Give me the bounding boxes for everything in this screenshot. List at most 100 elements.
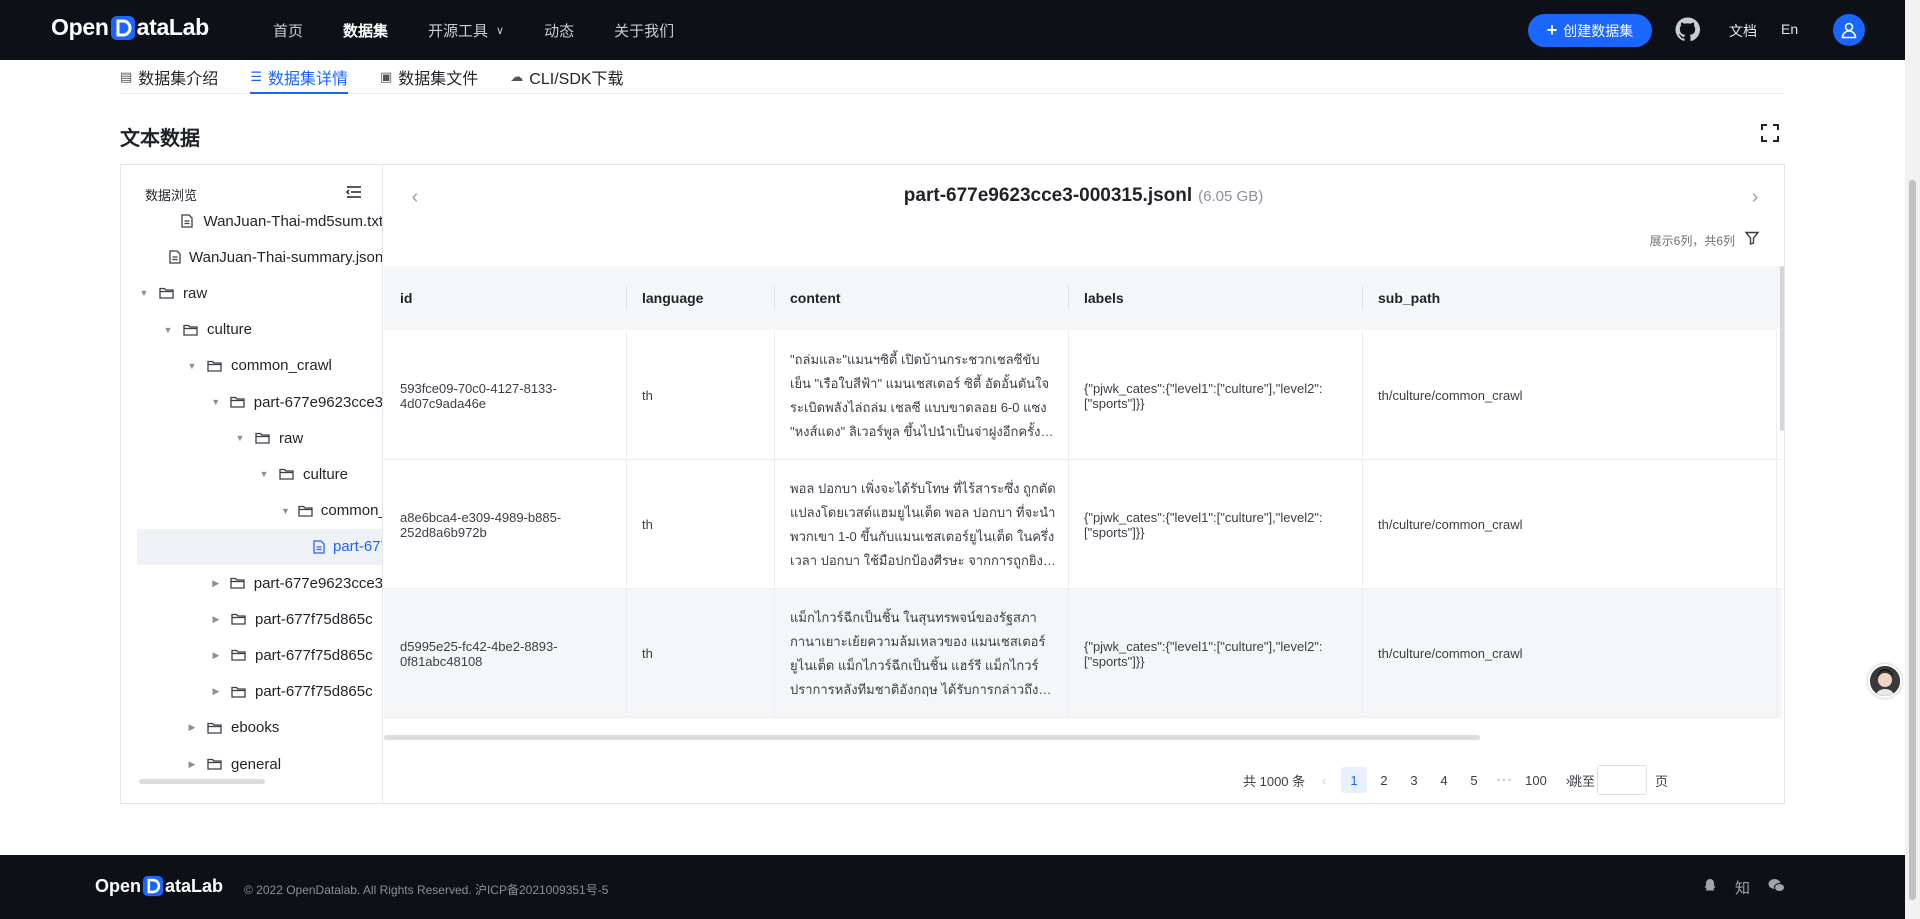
nav-home[interactable]: 首页 xyxy=(273,20,303,41)
folder-icon xyxy=(230,576,246,590)
file-name: part-677e9623cce3-000315.jsonl xyxy=(903,185,1193,206)
nav-about[interactable]: 关于我们 xyxy=(614,20,674,41)
tree-folder[interactable]: ▶ part-677f75d865c xyxy=(137,637,382,673)
tab-dataset-details[interactable]: ☰ 数据集详情 xyxy=(250,60,348,94)
table-row[interactable]: d5995e25-fc42-4be2-8893-0f81abc48108 th แม… xyxy=(384,589,1782,718)
tree-folder[interactable]: ▶ part-677f75d865c xyxy=(137,674,382,710)
tree-folder[interactable]: ▼ culture xyxy=(137,312,382,348)
tab-dataset-intro[interactable]: ▤ 数据集介绍 xyxy=(120,60,218,93)
language-switch[interactable]: En xyxy=(1781,21,1798,37)
prev-page-icon[interactable]: ‹ xyxy=(1311,767,1337,793)
tree-folder[interactable]: ▶ part-677f75d865c xyxy=(137,601,382,637)
file-icon xyxy=(169,250,181,264)
tab-cli-sdk-label: CLI/SDK下载 xyxy=(529,70,624,88)
table-vertical-scrollbar[interactable] xyxy=(1780,266,1784,431)
jump-to-page-input[interactable] xyxy=(1597,765,1647,795)
logo[interactable]: Open ataLab xyxy=(51,14,209,41)
nav-about-label: 关于我们 xyxy=(614,22,675,40)
folder-icon xyxy=(231,612,247,626)
nav-home-label: 首页 xyxy=(273,22,304,40)
caret-down-icon[interactable]: ▼ xyxy=(185,361,199,371)
zhihu-icon[interactable]: 知 xyxy=(1735,877,1750,898)
tree-file[interactable]: part-677e9623cce3-000315.jsonl xyxy=(137,528,382,565)
tab-dataset-details-label: 数据集详情 xyxy=(267,70,348,88)
nav-datasets[interactable]: 数据集 xyxy=(343,20,388,41)
cell-divider xyxy=(1776,589,1777,718)
qq-icon[interactable] xyxy=(1703,878,1717,897)
page-3[interactable]: 3 xyxy=(1401,767,1427,793)
cell-text: 593fce09-70c0-4127-8133-4d07c9ada46e xyxy=(400,380,557,411)
caret-right-icon[interactable]: ▶ xyxy=(209,614,223,625)
footer-logo[interactable]: Open ataLab xyxy=(95,875,223,897)
collapse-tree-icon[interactable] xyxy=(345,185,364,201)
tree-folder[interactable]: ▶ part-677e9623cce3 xyxy=(137,565,382,601)
folder-icon xyxy=(255,431,271,445)
tab-dataset-files[interactable]: ▣ 数据集文件 xyxy=(380,60,478,93)
list-icon: ☰ xyxy=(250,68,262,84)
filter-icon[interactable] xyxy=(1744,231,1760,245)
page-2[interactable]: 2 xyxy=(1371,767,1397,793)
page-ellipsis[interactable]: • • • xyxy=(1491,767,1517,793)
caret-right-icon[interactable]: ▶ xyxy=(185,722,199,733)
section-title: 文本数据 xyxy=(120,128,200,150)
wechat-icon[interactable] xyxy=(1768,878,1786,897)
caret-right-icon[interactable]: ▶ xyxy=(185,759,199,770)
folder-icon xyxy=(159,286,175,300)
github-icon[interactable] xyxy=(1675,17,1701,42)
cell-id: d5995e25-fc42-4be2-8893-0f81abc48108 xyxy=(384,589,626,718)
create-dataset-button[interactable]: + 创建数据集 xyxy=(1528,14,1652,47)
tree-item-label: common_crawl xyxy=(231,357,332,375)
page-5[interactable]: 5 xyxy=(1461,767,1487,793)
page-scrollbar[interactable] xyxy=(1905,0,1920,919)
fullscreen-icon[interactable] xyxy=(1760,123,1780,143)
tree-item-label: part-677e9623cce3 xyxy=(253,393,383,411)
assistant-avatar-icon[interactable] xyxy=(1868,664,1902,698)
nav-news[interactable]: 动态 xyxy=(544,20,574,41)
page-scrollbar-thumb[interactable] xyxy=(1909,180,1916,900)
tree-file[interactable]: WanJuan-Thai-summary.json xyxy=(137,239,383,275)
page-1[interactable]: 1 xyxy=(1341,767,1367,793)
tree-folder[interactable]: ▼ raw xyxy=(137,420,382,456)
tree-item-label: general xyxy=(231,755,282,773)
caret-down-icon[interactable]: ▼ xyxy=(281,506,290,516)
tree-folder[interactable]: ▶ general xyxy=(137,746,382,782)
next-file-icon[interactable]: › xyxy=(1745,185,1765,209)
tree-folder[interactable]: ▼ culture xyxy=(137,456,382,492)
folder-icon xyxy=(183,323,199,337)
tree-folder[interactable]: ▼ common_crawl xyxy=(137,493,382,529)
folder-icon xyxy=(231,648,247,662)
caret-down-icon[interactable]: ▼ xyxy=(161,325,175,335)
tree-file[interactable]: WanJuan-Thai-md5sum.txt xyxy=(137,203,382,239)
cell-text: th xyxy=(642,646,653,661)
tab-cli-sdk-download[interactable]: ☁ CLI/SDK下载 xyxy=(510,60,623,93)
tree-folder[interactable]: ▶ ebooks xyxy=(137,710,382,746)
caret-right-icon[interactable]: ▶ xyxy=(209,578,222,589)
folder-icon xyxy=(279,467,295,481)
table-row[interactable]: 593fce09-70c0-4127-8133-4d07c9ada46e th "ถ… xyxy=(384,331,1782,460)
page-last[interactable]: 100 xyxy=(1523,767,1549,793)
user-avatar-icon[interactable] xyxy=(1833,14,1865,46)
cell-text: {"pjwk_cates":{"level1":["culture"],"lev… xyxy=(1084,638,1323,669)
cell-sub-path: th/culture/common_crawl xyxy=(1362,589,1532,718)
tree-folder[interactable]: ▼ common_crawl xyxy=(137,348,382,384)
caret-right-icon[interactable]: ▶ xyxy=(209,686,223,697)
docs-link[interactable]: 文档 xyxy=(1729,21,1757,41)
tree-folder[interactable]: ▼ raw xyxy=(137,275,382,311)
nav-opensource-tools[interactable]: 开源工具 ∨ xyxy=(428,20,504,41)
caret-down-icon[interactable]: ▼ xyxy=(257,469,271,479)
table-row[interactable]: a8e6bca4-e309-4989-b885-252d8a6b972b th พอ… xyxy=(384,460,1782,589)
top-nav: Open ataLab 首页 数据集 开源工具 ∨ 动态 关于我们 + 创建数据集 … xyxy=(0,0,1905,60)
caret-right-icon[interactable]: ▶ xyxy=(209,650,223,661)
tree-item-label: WanJuan-Thai-summary.json xyxy=(189,248,383,266)
tree-item-label: part-677f75d865c xyxy=(255,683,373,701)
caret-down-icon[interactable]: ▼ xyxy=(209,397,222,407)
caret-down-icon[interactable]: ▼ xyxy=(137,288,151,298)
table-horizontal-scrollbar[interactable] xyxy=(384,735,1480,740)
caret-down-icon[interactable]: ▼ xyxy=(233,433,247,443)
file-icon: ▣ xyxy=(379,68,393,84)
tree-horizontal-scrollbar[interactable] xyxy=(139,779,265,784)
column-header-labels: labels xyxy=(1084,290,1124,306)
page-4[interactable]: 4 xyxy=(1431,767,1457,793)
cell-text: a8e6bca4-e309-4989-b885-252d8a6b972b xyxy=(400,509,562,540)
tree-folder[interactable]: ▼ part-677e9623cce3 xyxy=(137,384,383,420)
